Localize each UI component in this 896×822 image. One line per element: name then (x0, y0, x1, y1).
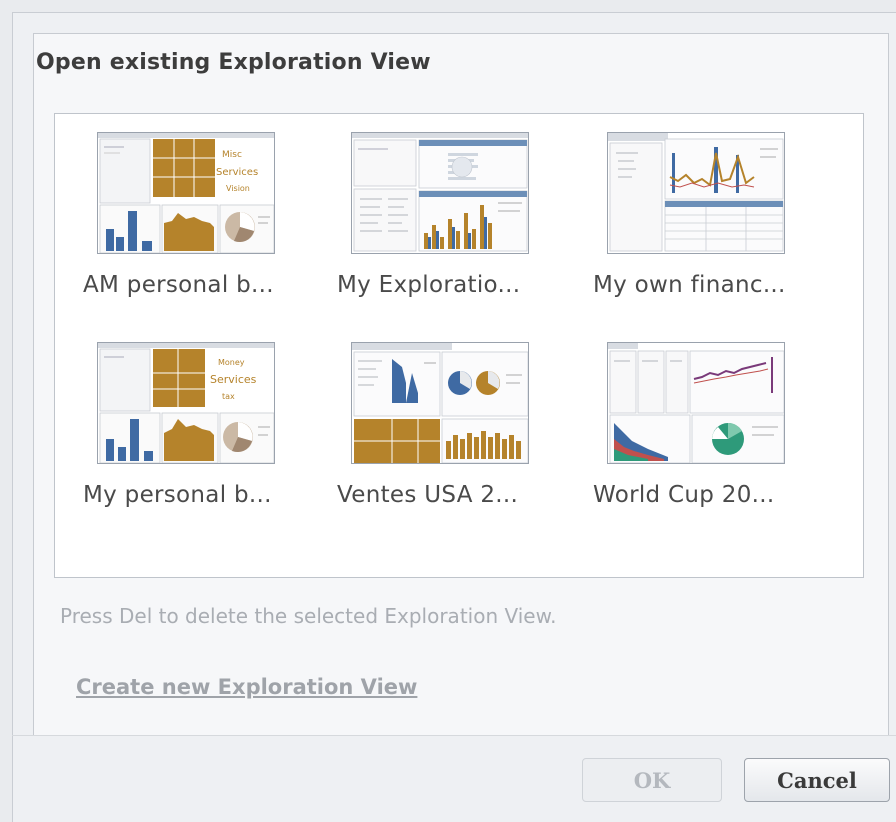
view-label[interactable]: World Cup 20... (593, 482, 774, 508)
view-label[interactable]: AM personal b... (83, 272, 274, 298)
view-thumbnail-my-exploration[interactable] (351, 132, 529, 254)
footer-divider (12, 735, 896, 736)
view-thumbnail-my-own-finance[interactable] (607, 132, 785, 254)
dashboard-preview-icon (352, 133, 528, 252)
view-thumbnail-world-cup[interactable] (607, 342, 785, 464)
view-label[interactable]: My own financ... (593, 272, 786, 298)
dashboard-preview-icon (608, 133, 784, 252)
view-thumbnail-am-personal[interactable]: Misc Services Vision (97, 132, 275, 254)
view-label[interactable]: My Exploratio... (337, 272, 520, 298)
view-label[interactable]: My personal b... (83, 482, 272, 508)
dashboard-preview-icon: Misc Services Vision (98, 133, 274, 253)
svg-text:Services: Services (210, 373, 257, 386)
dashboard-preview-icon: Money Services tax (98, 343, 274, 463)
panel-title: Open existing Exploration View (36, 50, 431, 75)
dashboard-preview-icon (608, 343, 784, 463)
delete-hint: Press Del to delete the selected Explora… (60, 604, 557, 628)
dashboard-preview-icon (352, 343, 528, 463)
svg-text:Services: Services (216, 167, 258, 178)
view-thumbnail-ventes-usa[interactable] (351, 342, 529, 464)
cancel-button[interactable]: Cancel (744, 758, 890, 802)
view-label[interactable]: Ventes USA 2... (337, 482, 518, 508)
create-new-exploration-view-link[interactable]: Create new Exploration View (76, 675, 417, 699)
view-thumbnail-my-personal[interactable]: Money Services tax (97, 342, 275, 464)
svg-text:Misc: Misc (222, 150, 242, 160)
svg-text:Money: Money (218, 358, 245, 367)
ok-button[interactable]: OK (582, 758, 722, 802)
svg-text:tax: tax (222, 392, 235, 401)
exploration-view-list[interactable]: Misc Services Vision AM personal b... My… (54, 113, 864, 578)
svg-text:Vision: Vision (226, 184, 250, 193)
